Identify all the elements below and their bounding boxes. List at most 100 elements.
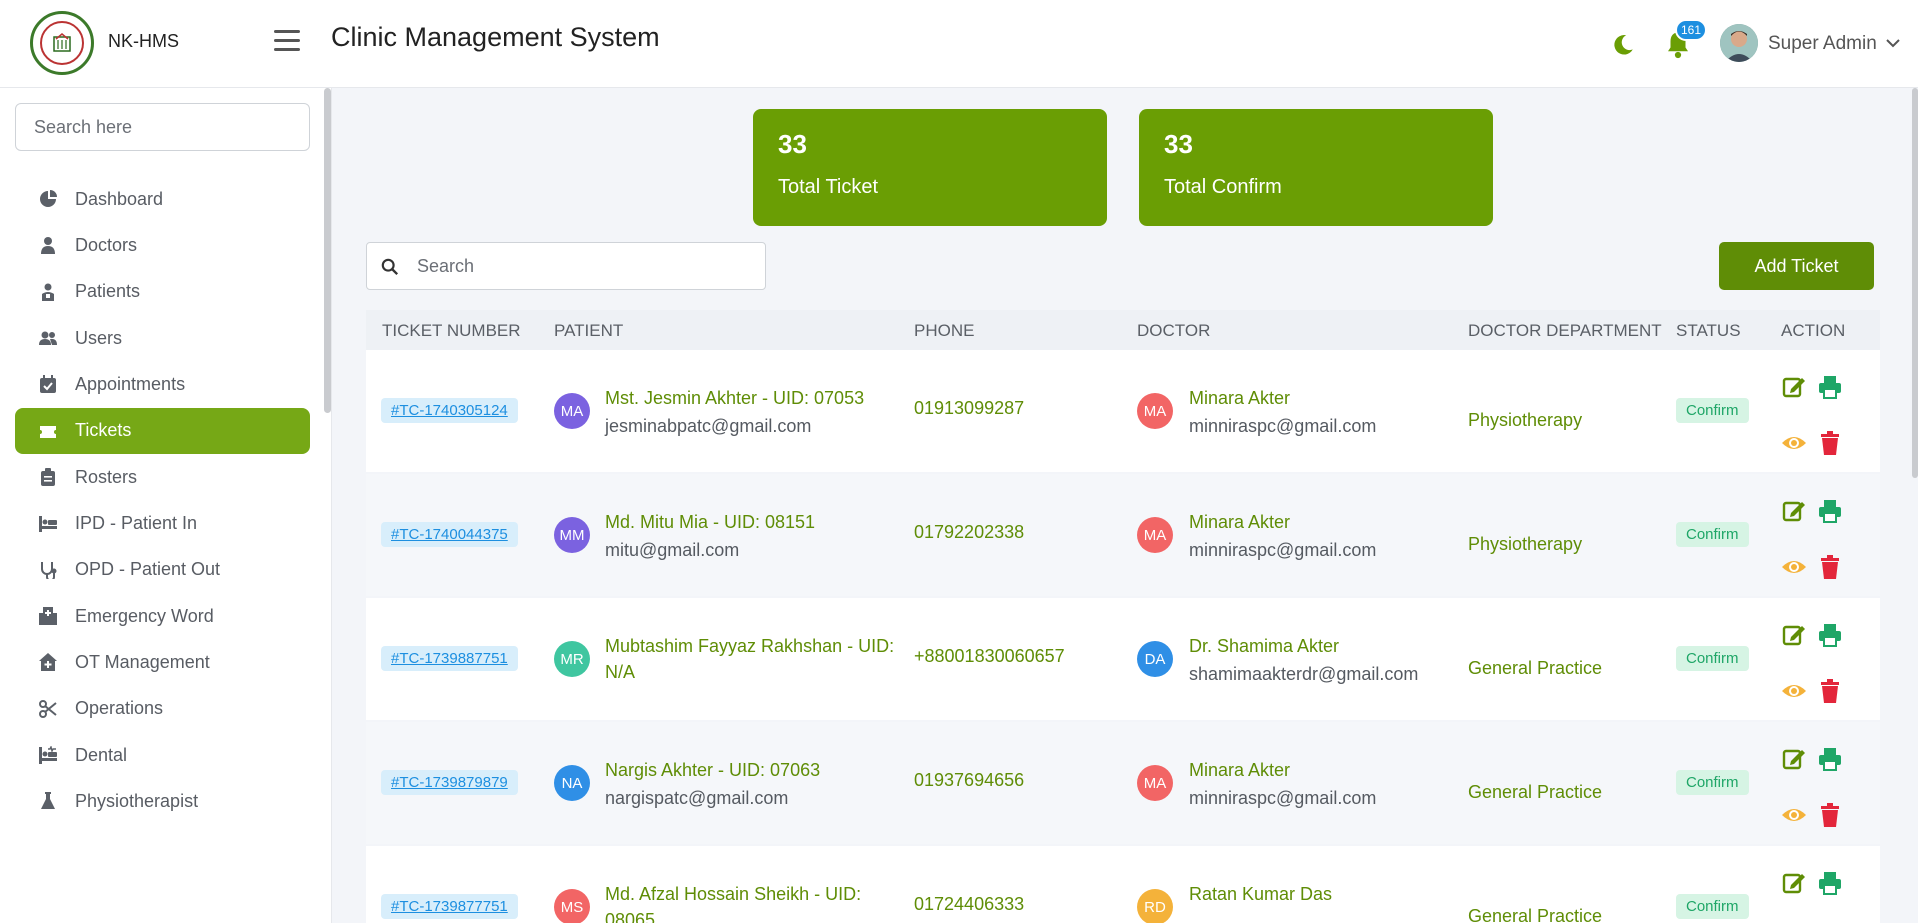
sidebar-item-rosters[interactable]: Rosters (15, 454, 310, 500)
sidebar-item-label: Emergency Word (75, 605, 214, 626)
sidebar-item-label: Dental (75, 744, 128, 765)
sidebar-item-tickets[interactable]: Tickets (15, 407, 310, 454)
users-icon (39, 329, 57, 347)
doctor-name[interactable]: Ratan Kumar Das (1189, 881, 1479, 907)
ticket-number-link[interactable]: #TC-1739877751 (381, 894, 518, 919)
patient-avatar: MA (554, 393, 590, 429)
sidebar-item-appointments[interactable]: Appointments (15, 361, 310, 407)
dark-mode-moon-icon[interactable] (1610, 32, 1636, 58)
print-icon[interactable] (1817, 374, 1843, 400)
doctor-name[interactable]: Minara Akter (1189, 509, 1479, 535)
status-badge: Confirm (1676, 398, 1749, 423)
table-row: #TC-1739879879 NA Nargis Akhter - UID: 070… (366, 722, 1880, 844)
page-title: Clinic Management System (331, 22, 660, 52)
sidebar-item-label: OT Management (75, 651, 210, 672)
view-eye-icon[interactable] (1781, 430, 1807, 456)
doctor-email: minniraspc@gmail.com (1189, 416, 1377, 436)
edit-icon[interactable] (1781, 498, 1807, 524)
doctor-name[interactable]: Minara Akter (1189, 385, 1479, 411)
patient-phone: +88001830060657 (914, 646, 1065, 666)
sidebar: Dashboard Doctors Patients Users Appointment… (0, 88, 332, 923)
patient-name[interactable]: Md. Afzal Hossain Sheikh - UID: 08065 (605, 881, 895, 923)
ticket-number-link[interactable]: #TC-1739879879 (381, 770, 518, 795)
chevron-down-icon[interactable] (1886, 38, 1900, 48)
patient-icon (39, 283, 57, 301)
patient-name[interactable]: Mubtashim Fayyaz Rakhshan - UID: N/A (605, 633, 895, 685)
patient-phone: 01937694656 (914, 770, 1025, 790)
total-confirm-card: 33 Total Confirm (1139, 109, 1493, 226)
edit-icon[interactable] (1781, 746, 1807, 772)
doctor-name[interactable]: Minara Akter (1189, 757, 1479, 783)
doctor-department: General Practice (1468, 906, 1603, 923)
hospital-logo[interactable] (30, 11, 94, 75)
delete-trash-icon[interactable] (1817, 678, 1843, 704)
sidebar-item-patients[interactable]: Patients (15, 269, 310, 315)
patient-avatar: NA (554, 765, 590, 801)
patient-name[interactable]: Nargis Akhter - UID: 07063 (605, 757, 895, 783)
view-eye-icon[interactable] (1781, 802, 1807, 828)
status-badge: Confirm (1676, 770, 1749, 795)
edit-icon[interactable] (1781, 870, 1807, 896)
view-eye-icon[interactable] (1781, 678, 1807, 704)
ticket-number-link[interactable]: #TC-1740044375 (381, 522, 518, 547)
delete-trash-icon[interactable] (1817, 554, 1843, 580)
flask-icon (39, 792, 57, 810)
print-icon[interactable] (1817, 746, 1843, 772)
sidebar-item-doctors[interactable]: Doctors (15, 222, 310, 268)
sidebar-item-label: Appointments (75, 373, 186, 394)
doctor-email: minniraspc@gmail.com (1189, 788, 1377, 808)
add-ticket-button[interactable]: Add Ticket (1719, 242, 1874, 290)
doctor-name[interactable]: Dr. Shamima Akter (1189, 633, 1479, 659)
top-header: NK-HMS Clinic Management System 161 Supe… (0, 0, 1918, 88)
patient-name[interactable]: Md. Mitu Mia - UID: 08151 (605, 509, 895, 535)
sidebar-item-ipd-patient-in[interactable]: IPD - Patient In (15, 500, 310, 546)
patient-avatar: MR (554, 641, 590, 677)
sidebar-item-users[interactable]: Users (15, 315, 310, 361)
pie-chart-icon (39, 190, 57, 208)
user-avatar[interactable] (1720, 24, 1758, 62)
col-action: Action (1781, 321, 1846, 340)
doctor-avatar: RD (1137, 889, 1173, 923)
doctor-avatar: MA (1137, 393, 1173, 429)
ticket-number-link[interactable]: #TC-1740305124 (381, 398, 518, 423)
sidebar-item-label: Physiotherapist (75, 790, 199, 811)
menu-toggle-icon[interactable] (274, 30, 300, 54)
ticket-number-link[interactable]: #TC-1739887751 (381, 646, 518, 671)
sidebar-scrollbar[interactable] (324, 88, 331, 413)
delete-trash-icon[interactable] (1817, 802, 1843, 828)
col-doctor: Doctor (1137, 321, 1211, 340)
clipboard-icon (39, 468, 57, 487)
print-icon[interactable] (1817, 870, 1843, 896)
sidebar-item-ot-management[interactable]: OT Management (15, 639, 310, 685)
doctor-email: shamimaakterdr@gmail.com (1189, 664, 1419, 684)
total-confirm-value: 33 (1164, 129, 1193, 159)
status-badge: Confirm (1676, 646, 1749, 671)
view-eye-icon[interactable] (1781, 554, 1807, 580)
sidebar-item-emergency-word[interactable]: Emergency Word (15, 593, 310, 639)
patient-name[interactable]: Mst. Jesmin Akhter - UID: 07053 (605, 385, 895, 411)
sidebar-item-physiotherapist[interactable]: Physiotherapist (15, 778, 310, 824)
sidebar-item-dental[interactable]: Dental (15, 732, 310, 778)
ticket-icon (39, 422, 57, 440)
sidebar-item-dashboard[interactable]: Dashboard (15, 176, 310, 222)
page-scrollbar[interactable] (1912, 88, 1918, 478)
sidebar-item-opd-patient-out[interactable]: OPD - Patient Out (15, 547, 310, 593)
table-row: #TC-1740044375 MM Md. Mitu Mia - UID: 0815… (366, 474, 1880, 596)
patient-avatar: MM (554, 517, 590, 553)
col-patient: Patient (554, 321, 624, 340)
sidebar-item-operations[interactable]: Operations (15, 686, 310, 732)
user-name[interactable]: Super Admin (1768, 33, 1877, 55)
sidebar-item-label: OPD - Patient Out (75, 559, 221, 580)
table-row: #TC-1739877751 MS Md. Afzal Hossain Sheikh… (366, 846, 1880, 923)
ticket-search-input[interactable] (417, 243, 757, 289)
delete-trash-icon[interactable] (1817, 430, 1843, 456)
print-icon[interactable] (1817, 498, 1843, 524)
hospital-icon (39, 607, 57, 626)
print-icon[interactable] (1817, 622, 1843, 648)
edit-icon[interactable] (1781, 622, 1807, 648)
bed-pulse-icon (39, 746, 57, 765)
doctor-department: General Practice (1468, 658, 1603, 678)
status-badge: Confirm (1676, 894, 1749, 919)
edit-icon[interactable] (1781, 374, 1807, 400)
sidebar-search-input[interactable] (15, 103, 310, 151)
